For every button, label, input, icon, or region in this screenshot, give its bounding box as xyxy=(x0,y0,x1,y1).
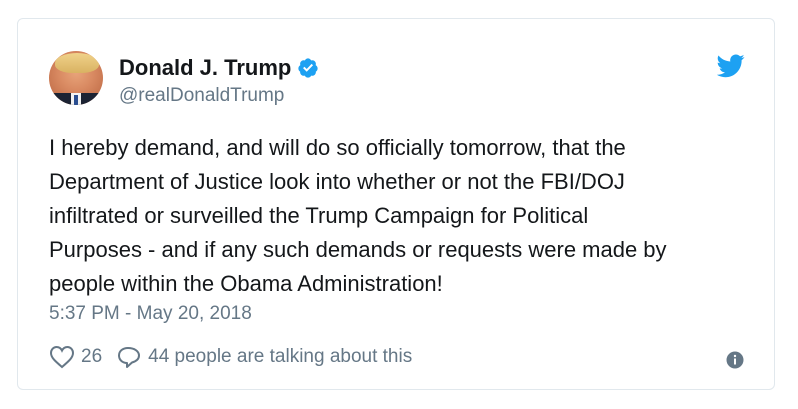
twitter-bird-icon[interactable] xyxy=(717,54,745,78)
avatar-hair xyxy=(55,53,99,73)
tweet-text: I hereby demand, and will do so official… xyxy=(49,135,667,296)
like-button[interactable]: 26 xyxy=(49,345,102,369)
info-icon[interactable] xyxy=(726,351,744,369)
tweet-timestamp[interactable]: 5:37 PM - May 20, 2018 xyxy=(49,302,252,326)
heart-icon xyxy=(49,345,75,369)
author-name[interactable]: Donald J. Trump xyxy=(119,55,291,81)
tweet-card: Donald J. Trump @realDonaldTrump I hereb… xyxy=(17,18,775,390)
tweet-actions: 26 44 people are talking about this xyxy=(49,345,426,369)
like-count: 26 xyxy=(81,346,103,367)
speech-bubble-icon xyxy=(118,347,141,368)
avatar[interactable] xyxy=(49,51,103,105)
author-row: Donald J. Trump xyxy=(119,55,319,81)
verified-badge-icon xyxy=(298,58,318,78)
author-handle[interactable]: @realDonaldTrump xyxy=(119,84,284,108)
avatar-tie xyxy=(74,95,78,105)
talking-link[interactable]: 44 people are talking about this xyxy=(116,345,412,369)
talking-label: 44 people are talking about this xyxy=(148,346,413,367)
